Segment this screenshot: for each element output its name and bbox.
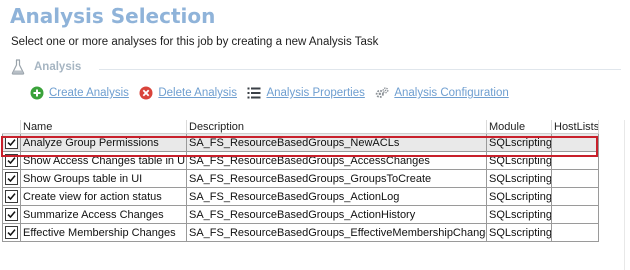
row-name: Analyze Group Permissions [20,133,187,152]
delete-analysis-label: Delete Analysis [158,87,237,99]
checkmark-icon [7,138,16,146]
row-module: SQLscripting [486,205,552,224]
panel-right-border [624,120,625,270]
row-hostlists [551,169,599,188]
page-title: Analysis Selection [10,4,216,28]
analysis-table: Name Description Module HostLists Analyz… [2,120,599,242]
row-description: SA_FS_ResourceBasedGroups_ActionHistory [186,205,487,224]
row-hostlists [551,151,599,170]
checkmark-icon [7,156,16,164]
row-description: SA_FS_ResourceBasedGroups_NewACLs [186,133,487,152]
row-checkbox-cell [2,169,21,188]
row-name: Show Groups table in UI [20,169,187,188]
table-row[interactable]: Summarize Access Changes SA_FS_ResourceB… [2,205,599,224]
column-header-description[interactable]: Description [186,120,487,134]
section-label: Analysis [34,61,82,73]
table-header-row: Name Description Module HostLists [2,120,599,134]
row-description: SA_FS_ResourceBasedGroups_AccessChanges [186,151,487,170]
row-checkbox[interactable] [5,189,18,203]
row-checkbox[interactable] [5,135,18,149]
row-module: SQLscripting [486,133,552,152]
row-checkbox-cell [2,187,21,206]
row-description: SA_FS_ResourceBasedGroups_ActionLog [186,187,487,206]
column-header-module[interactable]: Module [486,120,552,134]
checkmark-icon [7,192,16,200]
row-hostlists [551,223,599,242]
row-description: SA_FS_ResourceBasedGroups_EffectiveMembe… [186,223,487,242]
row-module: SQLscripting [486,223,552,242]
row-checkbox-cell [2,205,21,224]
row-checkbox-cell [2,151,21,170]
create-analysis-label: Create Analysis [49,87,129,99]
table-row[interactable]: Create view for action status SA_FS_Reso… [2,187,599,206]
table-row[interactable]: Show Groups table in UI SA_FS_ResourceBa… [2,169,599,188]
row-checkbox[interactable] [5,171,18,185]
checkmark-icon [7,174,16,182]
row-name: Create view for action status [20,187,187,206]
gears-icon [376,87,389,98]
row-hostlists [551,133,599,152]
page-subtitle: Select one or more analyses for this job… [11,36,379,48]
list-icon [247,87,261,99]
table-row[interactable]: Analyze Group Permissions SA_FS_Resource… [2,133,599,152]
analysis-configuration-label: Analysis Configuration [394,87,509,99]
row-module: SQLscripting [486,151,552,170]
analysis-configuration-button[interactable]: Analysis Configuration [375,86,509,100]
row-name: Summarize Access Changes [20,205,187,224]
analysis-properties-button[interactable]: Analysis Properties [247,86,365,100]
row-checkbox[interactable] [5,153,18,167]
analysis-section-header: Analysis [11,57,621,77]
row-module: SQLscripting [486,169,552,188]
row-checkbox[interactable] [5,225,18,239]
table-row[interactable]: Effective Membership Changes SA_FS_Resou… [2,223,599,242]
create-analysis-button[interactable]: Create Analysis [30,86,129,100]
section-divider [99,69,621,70]
column-header-hostlists[interactable]: HostLists [551,120,599,134]
add-circle-icon [30,86,44,100]
column-header-checkbox[interactable] [2,120,21,134]
row-module: SQLscripting [486,187,552,206]
row-hostlists [551,187,599,206]
checkmark-icon [7,228,16,236]
flask-icon [11,59,25,75]
table-row[interactable]: Show Access Changes table in UI SA_FS_Re… [2,151,599,170]
row-name: Show Access Changes table in UI [20,151,187,170]
column-header-name[interactable]: Name [20,120,187,134]
delete-circle-icon [139,86,153,100]
row-name: Effective Membership Changes [20,223,187,242]
row-checkbox[interactable] [5,207,18,221]
row-description: SA_FS_ResourceBasedGroups_GroupsToCreate [186,169,487,188]
checkmark-icon [7,210,16,218]
delete-analysis-button[interactable]: Delete Analysis [139,86,237,100]
analysis-toolbar: Create Analysis Delete Analysis Analysis… [30,86,515,102]
row-checkbox-cell [2,223,21,242]
row-checkbox-cell [2,133,21,152]
analysis-properties-label: Analysis Properties [266,87,365,99]
row-hostlists [551,205,599,224]
